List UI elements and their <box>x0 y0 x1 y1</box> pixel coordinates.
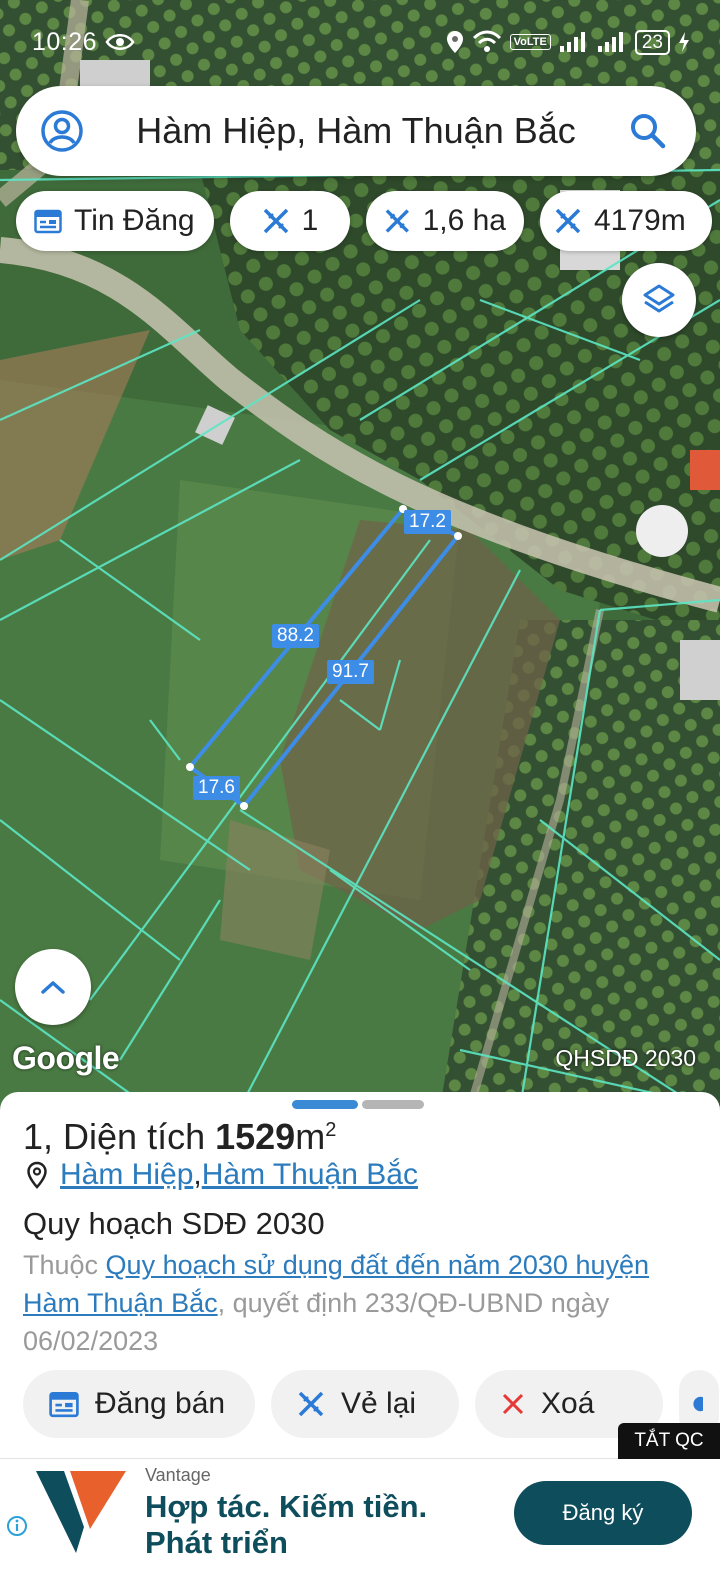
plan-layer-label: QHSDĐ 2030 <box>555 1045 696 1071</box>
parcel-number: 1, Diện tích <box>23 1116 216 1157</box>
ad-brand: Vantage <box>145 1465 211 1485</box>
charging-icon <box>679 32 689 52</box>
post-sale-button[interactable]: Đăng bán <box>23 1370 255 1438</box>
layers-button[interactable] <box>622 263 696 337</box>
chip-listings[interactable]: Tin Đăng <box>16 191 214 251</box>
chip-label: 1 <box>301 204 319 237</box>
parcel-location: Hàm Hiệp, Hàm Thuận Bắc <box>26 1158 418 1192</box>
signal-icon <box>559 32 585 52</box>
chip-label: 1,6 ha <box>422 204 506 237</box>
chip-parcel-count[interactable]: 1 <box>230 191 350 251</box>
measurement-label: 88.2 <box>272 624 319 648</box>
vantage-logo <box>36 1471 126 1553</box>
location-separator: , <box>193 1158 202 1191</box>
chip-distance[interactable]: 4179m <box>540 191 712 251</box>
account-icon[interactable] <box>40 109 84 153</box>
chip-label: Tin Đăng <box>74 204 195 237</box>
battery-level: 23 <box>634 29 670 55</box>
wifi-icon <box>472 30 501 52</box>
measure-icon <box>298 1391 324 1417</box>
compass-button[interactable] <box>636 505 688 557</box>
map-view[interactable]: 17.2 88.2 91.7 17.6 10:26 VoLTE 23 Hàm H… <box>0 0 720 1108</box>
ad-headline: Hợp tác. Kiếm tiền. Phát triển <box>145 1489 427 1561</box>
search-query[interactable]: Hàm Hiệp, Hàm Thuận Bắc <box>84 110 628 152</box>
action-bar: Đăng bán Vẻ lại Xoá <box>23 1370 719 1438</box>
sheet-handles[interactable] <box>292 1100 424 1109</box>
action-label: Đăng bán <box>95 1387 226 1420</box>
parcel-area-sup: 2 <box>325 1119 337 1141</box>
ad-headline-line: Phát triển <box>145 1525 288 1560</box>
location-pin-icon <box>27 1161 47 1189</box>
plan-description: Thuộc Quy hoạch sử dụng đất đến năm 2030… <box>23 1246 703 1360</box>
calendar-icon <box>34 209 62 234</box>
search-icon[interactable] <box>628 111 668 151</box>
calendar-icon <box>49 1391 79 1418</box>
action-label: Vẻ lại <box>341 1387 417 1420</box>
commune-link[interactable]: Hàm Hiệp <box>60 1158 193 1192</box>
volte-badge: VoLTE <box>509 34 551 50</box>
expand-button[interactable] <box>15 949 91 1025</box>
info-icon[interactable] <box>6 1515 28 1537</box>
status-time: 10:26 <box>32 27 98 56</box>
chip-area[interactable]: 1,6 ha <box>366 191 524 251</box>
measurement-label: 17.2 <box>404 510 451 534</box>
ad-banner[interactable]: Vantage Hợp tác. Kiếm tiền. Phát triển Đ… <box>0 1458 720 1588</box>
desc-prefix: Thuộc <box>23 1250 106 1280</box>
ad-headline-line: Hợp tác. Kiếm tiền. <box>145 1489 428 1524</box>
close-ad-button[interactable]: TẮT QC <box>618 1423 720 1459</box>
parcel-info-sheet[interactable]: 1, Diện tích 1529m2 Hàm Hiệp, Hàm Thuận … <box>0 1092 720 1462</box>
ad-signup-button[interactable]: Đăng ký <box>514 1481 692 1545</box>
parcel-title: 1, Diện tích 1529m2 <box>23 1116 336 1158</box>
signal-icon <box>597 32 623 52</box>
sheet-handle-active[interactable] <box>292 1100 358 1109</box>
action-label: Xoá <box>541 1387 595 1420</box>
eye-icon <box>105 34 135 50</box>
status-bar: 10:26 VoLTE 23 <box>32 24 690 60</box>
district-link[interactable]: Hàm Thuận Bắc <box>202 1158 418 1192</box>
parcel-area-unit: m <box>295 1116 326 1157</box>
parcel-area-value: 1529 <box>215 1116 296 1157</box>
location-icon <box>446 31 463 53</box>
search-bar[interactable]: Hàm Hiệp, Hàm Thuận Bắc <box>16 86 696 176</box>
measure-icon <box>263 208 288 234</box>
layers-icon <box>643 284 675 313</box>
sheet-handle[interactable] <box>362 1100 424 1109</box>
measurement-label: 91.7 <box>327 660 374 684</box>
measurement-label: 17.6 <box>193 776 240 800</box>
plan-title: Quy hoạch SDĐ 2030 <box>23 1206 325 1241</box>
chevron-up-icon <box>41 981 65 994</box>
chip-label: 4179m <box>594 204 686 237</box>
redraw-button[interactable]: Vẻ lại <box>271 1370 459 1438</box>
measure-icon <box>385 209 409 233</box>
close-icon <box>502 1393 524 1415</box>
measure-icon <box>555 208 581 234</box>
google-logo: Google <box>12 1040 120 1076</box>
